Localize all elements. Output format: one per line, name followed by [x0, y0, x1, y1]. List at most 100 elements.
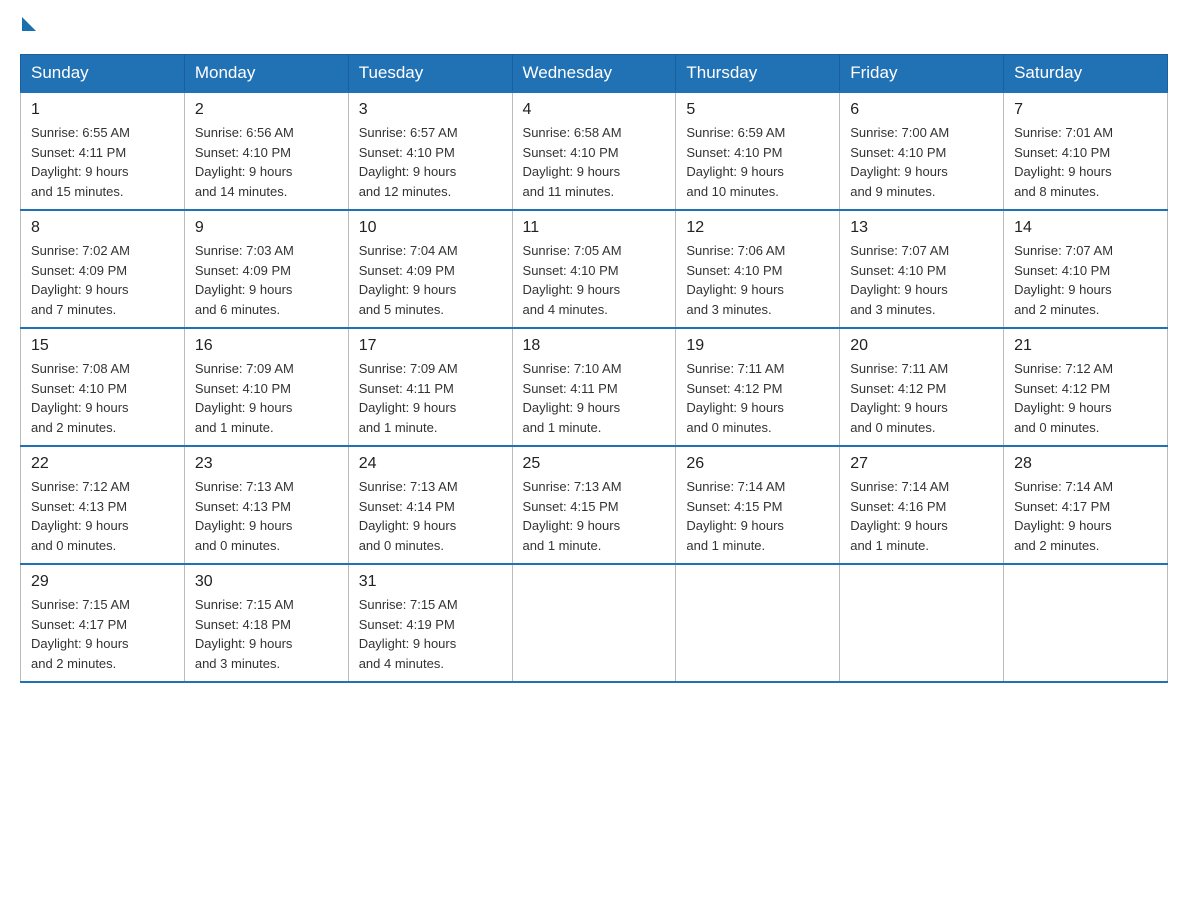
day-info: Sunrise: 7:07 AMSunset: 4:10 PMDaylight:…	[850, 241, 993, 319]
calendar-cell: 13 Sunrise: 7:07 AMSunset: 4:10 PMDaylig…	[840, 210, 1004, 328]
day-number: 1	[31, 101, 174, 119]
col-header-saturday: Saturday	[1004, 55, 1168, 93]
day-number: 16	[195, 337, 338, 355]
calendar-cell: 2 Sunrise: 6:56 AMSunset: 4:10 PMDayligh…	[184, 92, 348, 210]
day-number: 21	[1014, 337, 1157, 355]
day-number: 25	[523, 455, 666, 473]
day-info: Sunrise: 7:15 AMSunset: 4:17 PMDaylight:…	[31, 595, 174, 673]
day-info: Sunrise: 7:14 AMSunset: 4:16 PMDaylight:…	[850, 477, 993, 555]
calendar-cell: 11 Sunrise: 7:05 AMSunset: 4:10 PMDaylig…	[512, 210, 676, 328]
calendar-cell	[512, 564, 676, 682]
calendar-cell: 12 Sunrise: 7:06 AMSunset: 4:10 PMDaylig…	[676, 210, 840, 328]
day-number: 6	[850, 101, 993, 119]
day-number: 12	[686, 219, 829, 237]
day-info: Sunrise: 7:06 AMSunset: 4:10 PMDaylight:…	[686, 241, 829, 319]
day-info: Sunrise: 6:55 AMSunset: 4:11 PMDaylight:…	[31, 123, 174, 201]
day-info: Sunrise: 7:00 AMSunset: 4:10 PMDaylight:…	[850, 123, 993, 201]
day-info: Sunrise: 7:03 AMSunset: 4:09 PMDaylight:…	[195, 241, 338, 319]
day-info: Sunrise: 7:09 AMSunset: 4:11 PMDaylight:…	[359, 359, 502, 437]
calendar-cell: 26 Sunrise: 7:14 AMSunset: 4:15 PMDaylig…	[676, 446, 840, 564]
day-number: 20	[850, 337, 993, 355]
day-number: 2	[195, 101, 338, 119]
day-number: 18	[523, 337, 666, 355]
day-info: Sunrise: 6:57 AMSunset: 4:10 PMDaylight:…	[359, 123, 502, 201]
day-number: 29	[31, 573, 174, 591]
calendar-cell: 29 Sunrise: 7:15 AMSunset: 4:17 PMDaylig…	[21, 564, 185, 682]
calendar-week-row: 8 Sunrise: 7:02 AMSunset: 4:09 PMDayligh…	[21, 210, 1168, 328]
day-info: Sunrise: 7:15 AMSunset: 4:18 PMDaylight:…	[195, 595, 338, 673]
day-number: 31	[359, 573, 502, 591]
calendar-cell: 3 Sunrise: 6:57 AMSunset: 4:10 PMDayligh…	[348, 92, 512, 210]
day-info: Sunrise: 7:08 AMSunset: 4:10 PMDaylight:…	[31, 359, 174, 437]
day-number: 30	[195, 573, 338, 591]
day-info: Sunrise: 7:12 AMSunset: 4:13 PMDaylight:…	[31, 477, 174, 555]
calendar-cell: 30 Sunrise: 7:15 AMSunset: 4:18 PMDaylig…	[184, 564, 348, 682]
calendar-cell: 1 Sunrise: 6:55 AMSunset: 4:11 PMDayligh…	[21, 92, 185, 210]
logo	[20, 20, 36, 34]
calendar-cell: 14 Sunrise: 7:07 AMSunset: 4:10 PMDaylig…	[1004, 210, 1168, 328]
calendar-cell: 4 Sunrise: 6:58 AMSunset: 4:10 PMDayligh…	[512, 92, 676, 210]
calendar-cell: 6 Sunrise: 7:00 AMSunset: 4:10 PMDayligh…	[840, 92, 1004, 210]
day-number: 28	[1014, 455, 1157, 473]
day-info: Sunrise: 7:01 AMSunset: 4:10 PMDaylight:…	[1014, 123, 1157, 201]
day-number: 26	[686, 455, 829, 473]
calendar-header-row: SundayMondayTuesdayWednesdayThursdayFrid…	[21, 55, 1168, 93]
day-number: 22	[31, 455, 174, 473]
calendar-cell: 28 Sunrise: 7:14 AMSunset: 4:17 PMDaylig…	[1004, 446, 1168, 564]
col-header-sunday: Sunday	[21, 55, 185, 93]
calendar-cell: 10 Sunrise: 7:04 AMSunset: 4:09 PMDaylig…	[348, 210, 512, 328]
day-number: 3	[359, 101, 502, 119]
day-number: 7	[1014, 101, 1157, 119]
day-info: Sunrise: 7:13 AMSunset: 4:13 PMDaylight:…	[195, 477, 338, 555]
calendar-week-row: 29 Sunrise: 7:15 AMSunset: 4:17 PMDaylig…	[21, 564, 1168, 682]
calendar-cell: 21 Sunrise: 7:12 AMSunset: 4:12 PMDaylig…	[1004, 328, 1168, 446]
calendar-week-row: 15 Sunrise: 7:08 AMSunset: 4:10 PMDaylig…	[21, 328, 1168, 446]
day-info: Sunrise: 7:12 AMSunset: 4:12 PMDaylight:…	[1014, 359, 1157, 437]
day-number: 23	[195, 455, 338, 473]
day-number: 5	[686, 101, 829, 119]
day-number: 10	[359, 219, 502, 237]
day-number: 13	[850, 219, 993, 237]
day-number: 24	[359, 455, 502, 473]
calendar-cell: 8 Sunrise: 7:02 AMSunset: 4:09 PMDayligh…	[21, 210, 185, 328]
col-header-tuesday: Tuesday	[348, 55, 512, 93]
day-info: Sunrise: 7:05 AMSunset: 4:10 PMDaylight:…	[523, 241, 666, 319]
calendar-week-row: 22 Sunrise: 7:12 AMSunset: 4:13 PMDaylig…	[21, 446, 1168, 564]
day-info: Sunrise: 7:13 AMSunset: 4:14 PMDaylight:…	[359, 477, 502, 555]
day-info: Sunrise: 7:10 AMSunset: 4:11 PMDaylight:…	[523, 359, 666, 437]
calendar-cell: 18 Sunrise: 7:10 AMSunset: 4:11 PMDaylig…	[512, 328, 676, 446]
calendar-cell: 20 Sunrise: 7:11 AMSunset: 4:12 PMDaylig…	[840, 328, 1004, 446]
calendar-cell: 25 Sunrise: 7:13 AMSunset: 4:15 PMDaylig…	[512, 446, 676, 564]
day-number: 15	[31, 337, 174, 355]
day-info: Sunrise: 7:13 AMSunset: 4:15 PMDaylight:…	[523, 477, 666, 555]
day-number: 9	[195, 219, 338, 237]
day-info: Sunrise: 7:11 AMSunset: 4:12 PMDaylight:…	[850, 359, 993, 437]
day-info: Sunrise: 7:02 AMSunset: 4:09 PMDaylight:…	[31, 241, 174, 319]
col-header-friday: Friday	[840, 55, 1004, 93]
calendar-cell: 24 Sunrise: 7:13 AMSunset: 4:14 PMDaylig…	[348, 446, 512, 564]
day-info: Sunrise: 6:56 AMSunset: 4:10 PMDaylight:…	[195, 123, 338, 201]
day-info: Sunrise: 7:07 AMSunset: 4:10 PMDaylight:…	[1014, 241, 1157, 319]
day-number: 19	[686, 337, 829, 355]
day-info: Sunrise: 7:09 AMSunset: 4:10 PMDaylight:…	[195, 359, 338, 437]
day-number: 4	[523, 101, 666, 119]
day-number: 11	[523, 219, 666, 237]
day-number: 8	[31, 219, 174, 237]
day-number: 14	[1014, 219, 1157, 237]
calendar-table: SundayMondayTuesdayWednesdayThursdayFrid…	[20, 54, 1168, 683]
day-info: Sunrise: 7:11 AMSunset: 4:12 PMDaylight:…	[686, 359, 829, 437]
calendar-cell: 27 Sunrise: 7:14 AMSunset: 4:16 PMDaylig…	[840, 446, 1004, 564]
day-info: Sunrise: 7:14 AMSunset: 4:15 PMDaylight:…	[686, 477, 829, 555]
col-header-monday: Monday	[184, 55, 348, 93]
day-info: Sunrise: 7:04 AMSunset: 4:09 PMDaylight:…	[359, 241, 502, 319]
calendar-cell: 7 Sunrise: 7:01 AMSunset: 4:10 PMDayligh…	[1004, 92, 1168, 210]
day-info: Sunrise: 6:59 AMSunset: 4:10 PMDaylight:…	[686, 123, 829, 201]
day-number: 27	[850, 455, 993, 473]
calendar-cell: 9 Sunrise: 7:03 AMSunset: 4:09 PMDayligh…	[184, 210, 348, 328]
day-info: Sunrise: 7:15 AMSunset: 4:19 PMDaylight:…	[359, 595, 502, 673]
day-number: 17	[359, 337, 502, 355]
col-header-wednesday: Wednesday	[512, 55, 676, 93]
page-header	[20, 20, 1168, 34]
day-info: Sunrise: 6:58 AMSunset: 4:10 PMDaylight:…	[523, 123, 666, 201]
logo-triangle-icon	[22, 17, 36, 31]
